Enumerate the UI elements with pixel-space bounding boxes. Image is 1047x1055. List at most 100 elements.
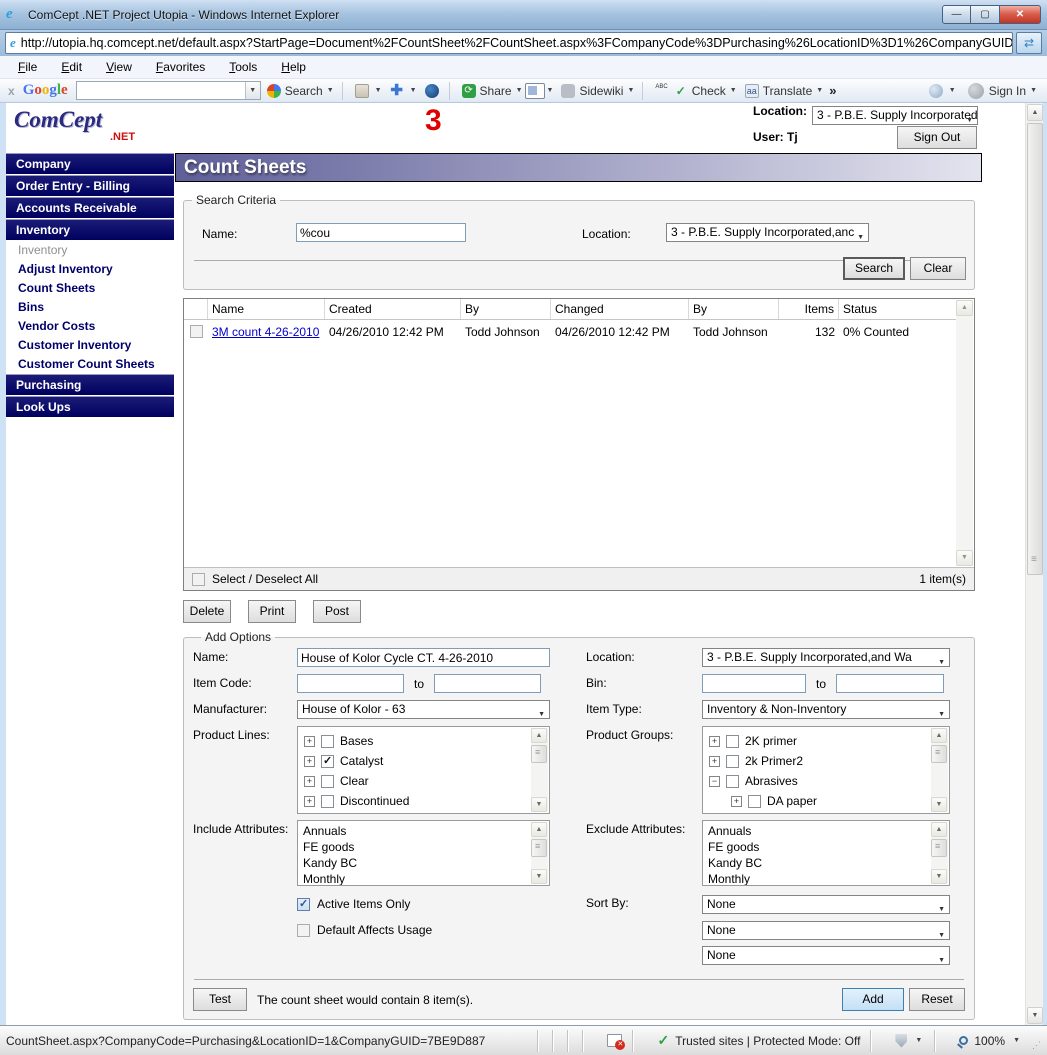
toolbar-overflow-button[interactable]: »: [829, 83, 836, 98]
scroll-down-icon[interactable]: ▼: [1027, 1007, 1043, 1024]
scrollbar-thumb[interactable]: [531, 745, 547, 763]
product-line-checkbox[interactable]: [321, 755, 334, 768]
sort-by-select-3[interactable]: None: [702, 946, 950, 965]
col-created[interactable]: Created: [325, 299, 461, 319]
sign-in-button[interactable]: Sign In: [989, 84, 1026, 98]
toolbar-close-icon[interactable]: x: [8, 84, 15, 98]
sidebar-item-count-sheets[interactable]: Count Sheets: [6, 279, 174, 298]
sidebar-item-customer-inventory[interactable]: Customer Inventory: [6, 336, 174, 355]
col-items[interactable]: Items: [779, 299, 839, 319]
expand-icon[interactable]: +: [709, 736, 720, 747]
resize-grip[interactable]: ⋰: [1032, 1040, 1044, 1052]
expand-icon[interactable]: +: [731, 796, 742, 807]
close-button[interactable]: ✕: [1000, 5, 1041, 24]
list-item[interactable]: Kandy BC: [303, 855, 529, 871]
product-line-checkbox[interactable]: [321, 735, 334, 748]
delete-button[interactable]: Delete: [183, 600, 231, 623]
sidebar-item-inventory-section[interactable]: Inventory: [6, 219, 174, 240]
product-group-checkbox[interactable]: [726, 775, 739, 788]
manufacturer-select[interactable]: House of Kolor - 63: [297, 700, 550, 719]
list-item[interactable]: Kandy BC: [708, 855, 929, 871]
product-group-checkbox[interactable]: [748, 795, 761, 808]
count-sheet-link[interactable]: 3M count 4-26-2010: [212, 325, 319, 339]
sidewiki-button[interactable]: Sidewiki: [579, 84, 623, 98]
sidebar-item-vendor-costs[interactable]: Vendor Costs: [6, 317, 174, 336]
zoom-magnifier-icon[interactable]: [959, 1036, 968, 1045]
add-gadget-icon[interactable]: ✚: [390, 84, 404, 98]
scrollbar-thumb[interactable]: [931, 745, 947, 763]
add-name-input[interactable]: [297, 648, 550, 667]
include-attributes-scrollbar[interactable]: ▲ ▼: [531, 822, 548, 884]
expand-icon[interactable]: +: [709, 756, 720, 767]
maximize-button[interactable]: ▢: [971, 5, 1000, 24]
reset-button[interactable]: Reset: [909, 988, 965, 1011]
exclude-attributes-scrollbar[interactable]: ▲ ▼: [931, 822, 948, 884]
expand-icon[interactable]: +: [304, 736, 315, 747]
list-item[interactable]: Annuals: [303, 823, 529, 839]
list-item[interactable]: Monthly: [303, 871, 529, 886]
chevron-down-icon[interactable]: ▼: [915, 1037, 922, 1044]
scroll-up-icon[interactable]: ▲: [931, 822, 947, 837]
search-location-select[interactable]: 3 - P.B.E. Supply Incorporated,anc: [666, 223, 869, 242]
chevron-down-icon[interactable]: ▼: [547, 87, 554, 94]
scroll-down-icon[interactable]: ▼: [956, 550, 973, 566]
scroll-up-icon[interactable]: ▲: [956, 300, 973, 316]
list-item[interactable]: FE goods: [303, 839, 529, 855]
translate-button[interactable]: Translate: [763, 84, 813, 98]
chevron-down-icon[interactable]: ▼: [816, 87, 823, 94]
bin-from-input[interactable]: [702, 674, 806, 693]
add-button[interactable]: Add: [842, 988, 904, 1011]
list-item[interactable]: Annuals: [708, 823, 929, 839]
product-line-checkbox[interactable]: [321, 795, 334, 808]
menu-file[interactable]: File: [18, 60, 37, 74]
scroll-down-icon[interactable]: ▼: [531, 797, 547, 812]
chevron-down-icon[interactable]: ▼: [410, 87, 417, 94]
chevron-down-icon[interactable]: ▼: [516, 87, 523, 94]
expand-icon[interactable]: +: [304, 756, 315, 767]
sidebar-item-bins[interactable]: Bins: [6, 298, 174, 317]
item-code-to-input[interactable]: [434, 674, 541, 693]
product-group-checkbox[interactable]: [726, 735, 739, 748]
product-group-checkbox[interactable]: [726, 755, 739, 768]
chevron-down-icon[interactable]: ▼: [327, 87, 334, 94]
scroll-down-icon[interactable]: ▼: [931, 869, 947, 884]
col-changed-by[interactable]: By: [689, 299, 779, 319]
sidebar-item-look-ups[interactable]: Look Ups: [6, 396, 174, 417]
sidebar-item-adjust-inventory[interactable]: Adjust Inventory: [6, 260, 174, 279]
item-type-select[interactable]: Inventory & Non-Inventory: [702, 700, 950, 719]
security-zone-text[interactable]: Trusted sites | Protected Mode: Off: [675, 1034, 860, 1048]
google-earth-icon[interactable]: [425, 84, 439, 98]
list-item[interactable]: Monthly: [708, 871, 929, 886]
default-affects-usage-checkbox[interactable]: [297, 924, 310, 937]
sign-out-button[interactable]: Sign Out: [897, 126, 977, 149]
chevron-down-icon[interactable]: ▼: [1013, 1037, 1020, 1044]
print-button[interactable]: Print: [248, 600, 296, 623]
chevron-down-icon[interactable]: ▼: [730, 87, 737, 94]
list-item[interactable]: FE goods: [708, 839, 929, 855]
google-search-input[interactable]: ▼: [76, 81, 261, 100]
item-code-from-input[interactable]: [297, 674, 404, 693]
sidebar-item-customer-count-sheets[interactable]: Customer Count Sheets: [6, 355, 174, 374]
scrollbar-thumb[interactable]: [1027, 123, 1043, 575]
protected-mode-shield-icon[interactable]: [895, 1034, 907, 1048]
product-line-checkbox[interactable]: [321, 775, 334, 788]
col-status[interactable]: Status: [839, 299, 956, 319]
share-button[interactable]: Share: [480, 84, 512, 98]
menu-tools[interactable]: Tools: [229, 60, 257, 74]
menu-view[interactable]: View: [106, 60, 132, 74]
window-scrollbar[interactable]: ▲ ▼: [1025, 103, 1043, 1025]
col-name[interactable]: Name: [208, 299, 325, 319]
window-view-icon[interactable]: [525, 83, 545, 99]
row-checkbox[interactable]: [190, 325, 203, 338]
sort-by-select-1[interactable]: None: [702, 895, 950, 914]
scroll-up-icon[interactable]: ▲: [931, 728, 947, 743]
header-location-select[interactable]: 3 - P.B.E. Supply Incorporated: [812, 106, 978, 125]
menu-edit[interactable]: Edit: [61, 60, 82, 74]
search-button[interactable]: Search: [843, 257, 905, 280]
scrollbar-thumb[interactable]: [931, 839, 947, 857]
menu-favorites[interactable]: Favorites: [156, 60, 205, 74]
zoom-level[interactable]: 100%: [974, 1034, 1005, 1048]
scroll-down-icon[interactable]: ▼: [531, 869, 547, 884]
select-all-checkbox[interactable]: [192, 573, 205, 586]
scroll-down-icon[interactable]: ▼: [931, 797, 947, 812]
